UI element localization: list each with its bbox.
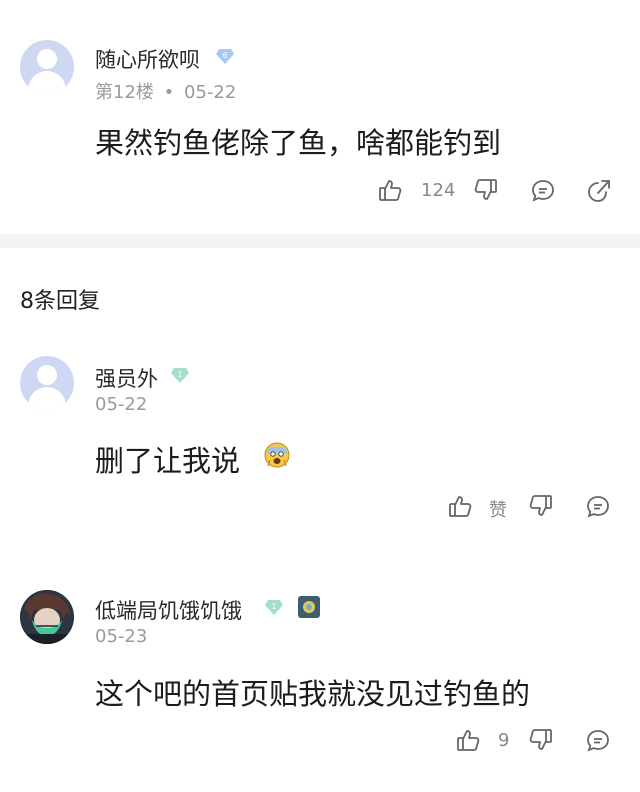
like-label: 赞 (489, 500, 507, 521)
username[interactable]: 强员外 (95, 363, 158, 393)
level-badge-icon: 1 (171, 366, 189, 384)
post-meta: 第12楼 • 05-22 (95, 78, 236, 104)
post-date: 05-22 (184, 82, 237, 103)
avatar[interactable] (20, 356, 74, 410)
like-count: 9 (498, 730, 510, 751)
thumbs-up-icon[interactable] (455, 727, 481, 753)
comment-icon[interactable] (530, 178, 556, 204)
reply-content: 这个吧的首页贴我就没见过钓鱼的 (95, 677, 531, 711)
avatar[interactable] (20, 40, 74, 94)
comment-icon[interactable] (585, 494, 611, 520)
level-number: 1 (271, 602, 276, 611)
reply-content: 删了让我说 (95, 444, 241, 478)
username[interactable]: 随心所欲呗 (95, 44, 200, 74)
username[interactable]: 低端局饥饿饥饿 (95, 595, 242, 625)
level-number: 1 (177, 370, 182, 379)
separator-dot: • (163, 82, 175, 103)
floor-number: 第12楼 (95, 82, 154, 103)
thumbs-up-icon[interactable] (377, 177, 403, 203)
comment-icon[interactable] (585, 728, 611, 754)
share-icon[interactable] (586, 178, 612, 204)
level-badge-icon: 1 (265, 598, 283, 616)
post-content: 果然钓鱼佬除了鱼，啥都能钓到 (95, 126, 502, 160)
level-badge-icon: 6 (216, 47, 234, 65)
avatar[interactable] (20, 590, 74, 644)
reply-date: 05-22 (95, 394, 148, 415)
member-badge-icon (297, 595, 321, 619)
reply-date: 05-23 (95, 626, 148, 647)
like-count: 124 (421, 180, 456, 201)
thumbs-down-icon[interactable] (528, 727, 554, 753)
thumbs-down-icon[interactable] (473, 177, 499, 203)
fear-emoji-icon (263, 441, 291, 469)
section-divider (0, 234, 640, 248)
replies-count-header: 8条回复 (20, 289, 100, 314)
thumbs-down-icon[interactable] (528, 493, 554, 519)
thumbs-up-icon[interactable] (447, 493, 473, 519)
level-number: 6 (222, 51, 227, 60)
